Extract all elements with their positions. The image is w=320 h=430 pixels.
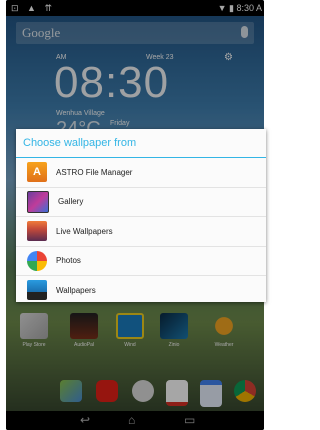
option-label: Wallpapers <box>56 285 96 295</box>
option-astro-file-manager[interactable]: ASTRO File Manager <box>16 158 266 188</box>
option-label: Photos <box>56 256 81 266</box>
photos-icon <box>27 250 47 271</box>
option-label: Live Wallpapers <box>56 226 113 236</box>
option-gallery[interactable]: Gallery <box>16 188 266 217</box>
option-label: Gallery <box>58 197 84 207</box>
wallpaper-chooser-dialog: Choose wallpaper from ASTRO File Manager… <box>16 129 266 302</box>
option-wallpapers[interactable]: Wallpapers <box>16 276 266 305</box>
wallpapers-icon <box>27 280 47 301</box>
astro-icon <box>27 162 47 183</box>
option-photos[interactable]: Photos <box>16 247 266 276</box>
option-live-wallpapers[interactable]: Live Wallpapers <box>16 217 266 247</box>
option-label: ASTRO File Manager <box>56 167 133 177</box>
dialog-title: Choose wallpaper from <box>16 129 266 158</box>
live-wallpapers-icon <box>27 221 47 242</box>
gallery-icon <box>27 190 49 213</box>
